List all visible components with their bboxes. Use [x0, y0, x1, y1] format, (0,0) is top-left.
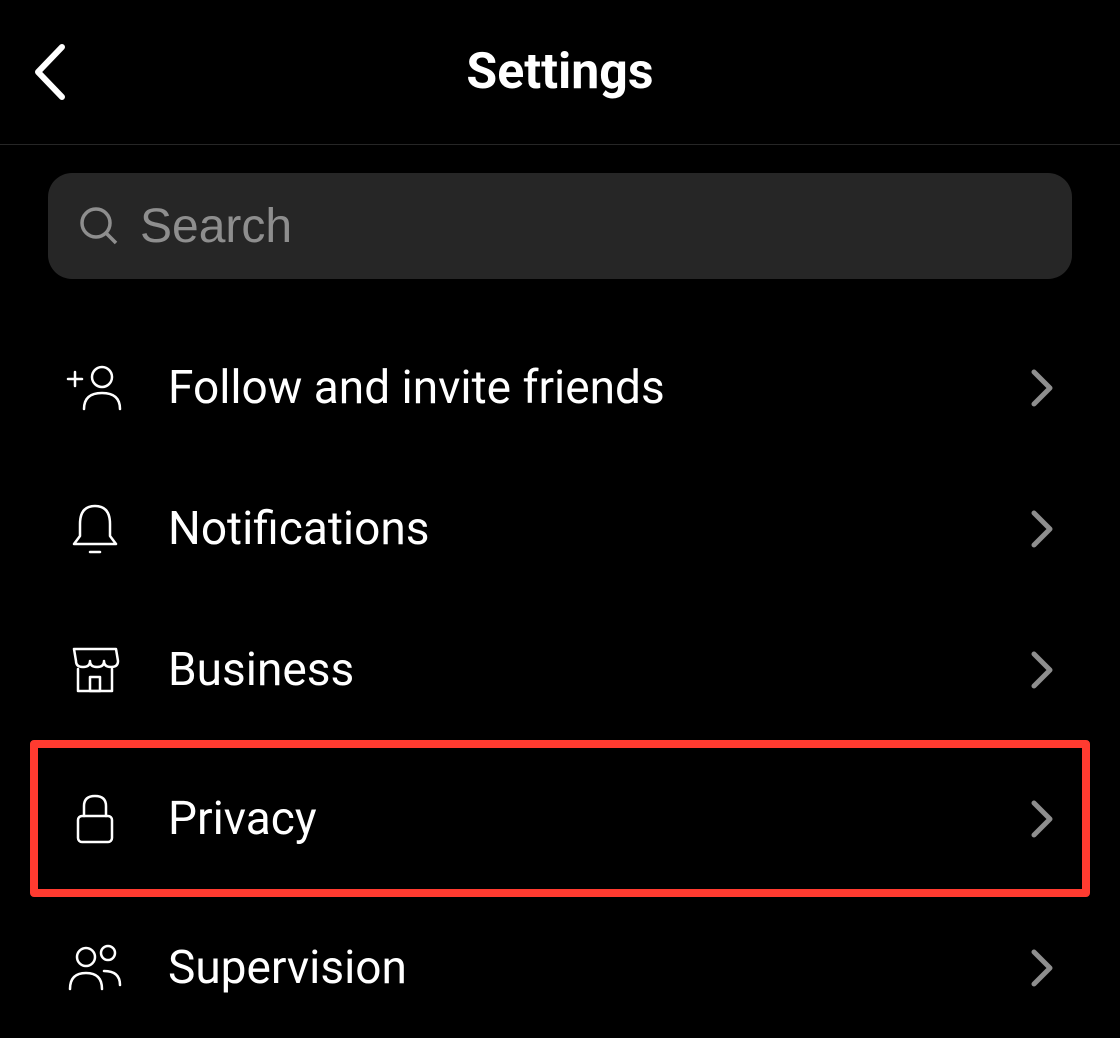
- menu-item-label: Privacy: [168, 792, 1028, 846]
- header: Settings: [0, 0, 1120, 145]
- menu-item-label: Follow and invite friends: [168, 361, 1028, 415]
- chevron-right-icon: [1028, 366, 1056, 410]
- chevron-right-icon: [1028, 648, 1056, 692]
- menu-item-follow-invite[interactable]: Follow and invite friends: [48, 317, 1072, 458]
- menu-item-privacy[interactable]: Privacy: [30, 740, 1090, 897]
- people-icon: [64, 937, 126, 999]
- chevron-right-icon: [1028, 507, 1056, 551]
- search-icon: [78, 205, 120, 247]
- menu-item-label: Supervision: [168, 941, 1028, 995]
- search-container[interactable]: [48, 173, 1072, 279]
- menu-item-supervision[interactable]: Supervision: [48, 897, 1072, 1038]
- menu-list: Follow and invite friends Notifications: [48, 317, 1072, 1038]
- storefront-icon: [64, 639, 126, 701]
- search-input[interactable]: [140, 199, 1042, 254]
- chevron-right-icon: [1028, 797, 1056, 841]
- chevron-right-icon: [1028, 946, 1056, 990]
- add-person-icon: [64, 357, 126, 419]
- menu-item-label: Business: [168, 643, 1028, 697]
- menu-item-business[interactable]: Business: [48, 599, 1072, 740]
- menu-item-label: Notifications: [168, 502, 1028, 556]
- back-button[interactable]: [28, 41, 72, 103]
- bell-icon: [64, 498, 126, 560]
- content: Follow and invite friends Notifications: [0, 145, 1120, 1038]
- lock-icon: [64, 788, 126, 850]
- chevron-left-icon: [28, 41, 72, 103]
- menu-item-notifications[interactable]: Notifications: [48, 458, 1072, 599]
- page-title: Settings: [466, 43, 653, 101]
